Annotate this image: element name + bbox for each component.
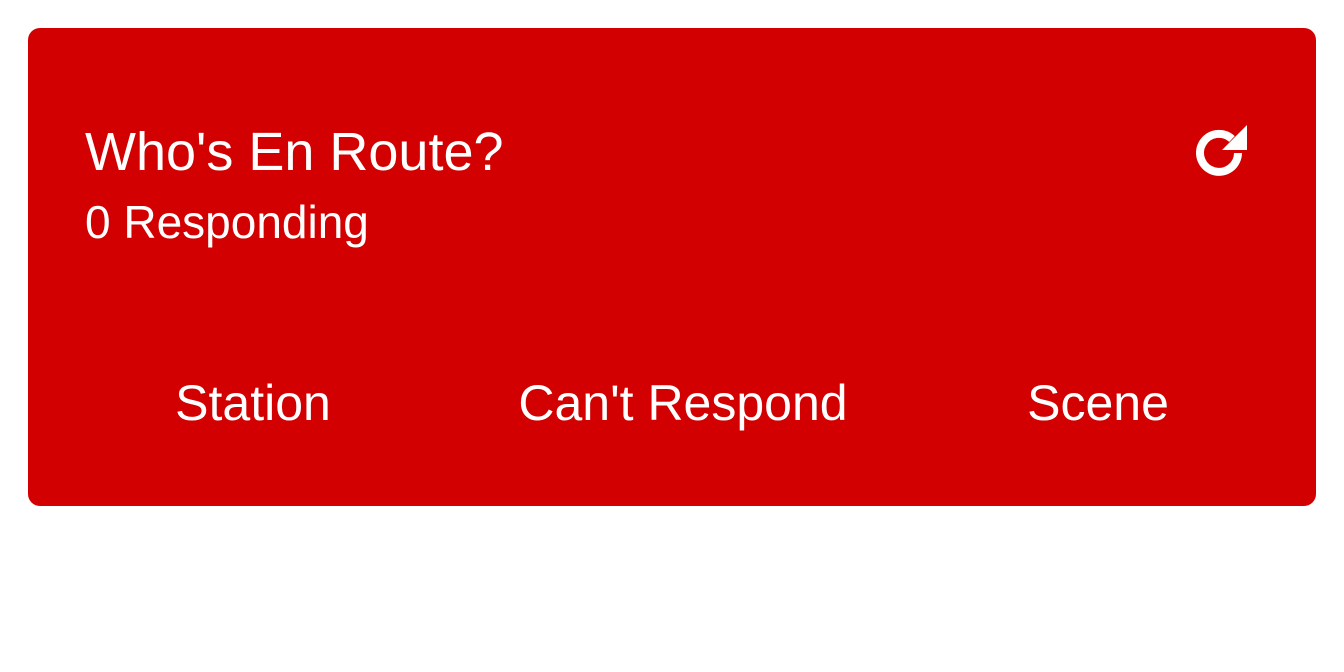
en-route-card: Who's En Route? 0 Responding Station Can… bbox=[28, 28, 1316, 506]
card-title: Who's En Route? bbox=[85, 122, 504, 182]
scene-button[interactable]: Scene bbox=[968, 348, 1228, 458]
cant-respond-button[interactable]: Can't Respond bbox=[458, 348, 908, 458]
refresh-button[interactable] bbox=[1186, 120, 1252, 186]
responding-count: 0 Responding bbox=[85, 196, 369, 248]
response-actions: Station Can't Respond Scene bbox=[28, 348, 1316, 458]
refresh-icon bbox=[1196, 125, 1247, 176]
station-button[interactable]: Station bbox=[98, 348, 408, 458]
